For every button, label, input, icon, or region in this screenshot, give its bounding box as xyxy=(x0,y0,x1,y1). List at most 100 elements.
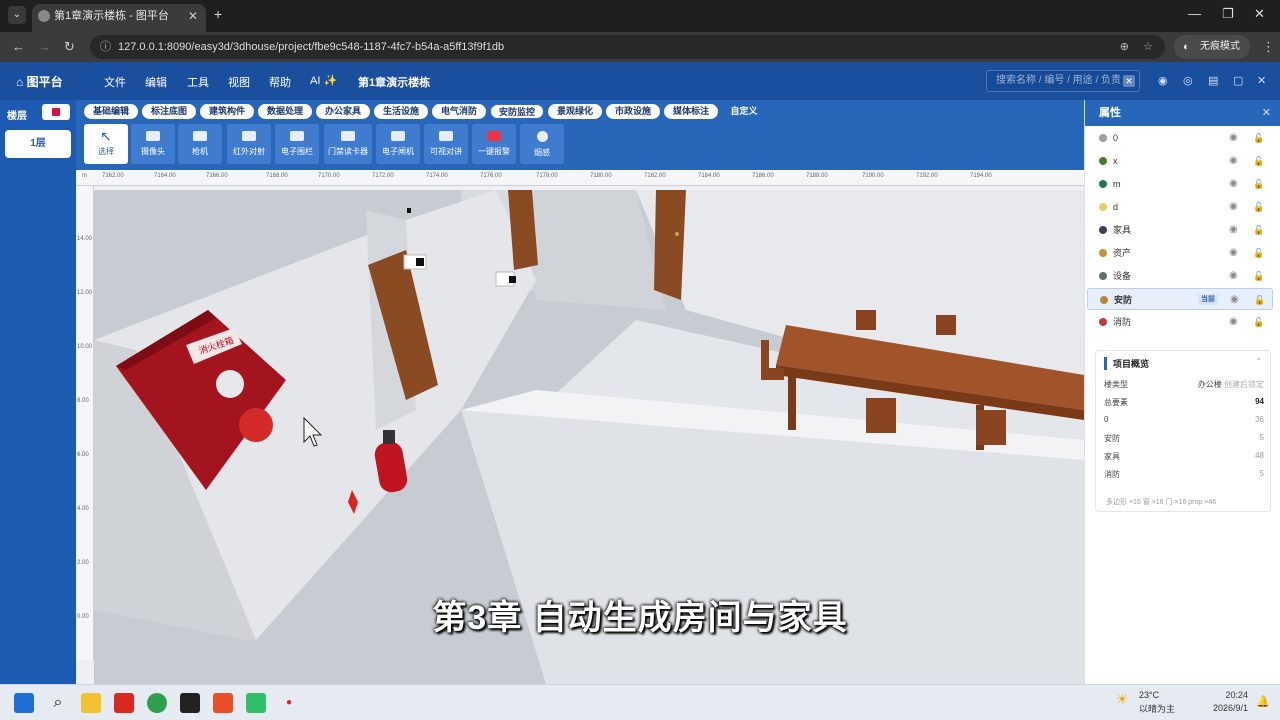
app-dot-icon[interactable]: ● xyxy=(279,693,299,713)
visibility-icon[interactable]: ◉ xyxy=(1229,311,1238,333)
layer-item-current[interactable]: 安防 当前 ◉ 🔓 xyxy=(1087,288,1273,310)
panel-icon[interactable]: ▤ xyxy=(1208,74,1218,87)
cat-office-furniture[interactable]: 办公家具 xyxy=(316,104,370,119)
menu-ai[interactable]: AI ✨ xyxy=(310,74,337,87)
tool-gate[interactable]: 电子闸机 xyxy=(376,124,420,164)
layer-item[interactable]: d ◉ 🔓 xyxy=(1087,196,1273,218)
tool-camera[interactable]: 摄像头 xyxy=(131,124,175,164)
wps-icon[interactable] xyxy=(114,693,134,713)
zoom-icon[interactable]: ⊕ xyxy=(1120,35,1129,59)
clock[interactable]: 20:24 2026/9/1 xyxy=(1208,689,1248,715)
tool-bullet-camera-label: 枪机 xyxy=(192,147,208,156)
cat-custom[interactable]: 自定义 xyxy=(722,104,766,119)
cat-electric-fire[interactable]: 电气消防 xyxy=(432,104,486,119)
visibility-icon[interactable]: ◉ xyxy=(1229,173,1238,195)
tool-alarm[interactable]: 一键报警 xyxy=(472,124,516,164)
menu-tools[interactable]: 工具 xyxy=(187,74,209,90)
browser-tab-bar: ⌄ 第1章演示楼栋 - 图平台 ✕ + — ❐ ✕ xyxy=(0,0,1280,32)
search-input[interactable]: 搜索名称 / 编号 / 用途 / 负责 ✕ xyxy=(986,70,1140,92)
tool-select[interactable]: ↖ 选择 xyxy=(84,124,128,164)
tool-e-fence[interactable]: 电子围栏 xyxy=(275,124,319,164)
browser-tab[interactable]: 第1章演示楼栋 - 图平台 ✕ xyxy=(32,4,206,32)
layer-color-dot xyxy=(1099,203,1107,211)
tool-bullet-camera[interactable]: 枪机 xyxy=(178,124,222,164)
cursor-arrow-icon: ↖ xyxy=(100,128,112,144)
tab-search-icon[interactable]: ⌄ xyxy=(8,6,26,24)
layer-item[interactable]: 消防 ◉ 🔓 xyxy=(1087,311,1273,333)
cat-municipal[interactable]: 市政设施 xyxy=(606,104,660,119)
forward-icon[interactable]: → xyxy=(38,39,51,54)
minimize-icon[interactable]: — xyxy=(1188,6,1201,21)
eye-icon[interactable]: ◎ xyxy=(1183,74,1193,87)
menu-edit[interactable]: 编辑 xyxy=(145,74,167,90)
visibility-icon[interactable]: ◉ xyxy=(1229,150,1238,172)
tool-smoke[interactable]: 烟感 xyxy=(520,124,564,164)
menu-help[interactable]: 帮助 xyxy=(269,74,291,90)
new-tab-icon[interactable]: + xyxy=(214,6,222,22)
cat-annotate-base[interactable]: 标注底图 xyxy=(142,104,196,119)
file-explorer-icon[interactable] xyxy=(81,693,101,713)
site-info-icon[interactable]: ⓘ xyxy=(100,35,111,59)
cat-building-parts[interactable]: 建筑构件 xyxy=(200,104,254,119)
close-window-icon[interactable]: ✕ xyxy=(1254,6,1265,22)
layer-item[interactable]: 家具 ◉ 🔓 xyxy=(1087,219,1273,241)
back-icon[interactable]: ← xyxy=(12,39,25,54)
cat-basic-edit[interactable]: 基础编辑 xyxy=(84,104,138,119)
fullscreen-icon[interactable]: ▢ xyxy=(1233,74,1243,87)
lock-icon[interactable]: 🔓 xyxy=(1253,242,1264,264)
notification-icon[interactable]: 🔔 xyxy=(1256,695,1270,708)
app-green-icon[interactable] xyxy=(246,693,266,713)
cat-landscape[interactable]: 景观绿化 xyxy=(548,104,602,119)
restore-icon[interactable]: ❐ xyxy=(1222,6,1234,22)
lock-icon[interactable]: 🔓 xyxy=(1254,289,1265,311)
start-icon[interactable] xyxy=(14,693,34,713)
app-menubar: ⌂ 图平台 文件 编辑 工具 视图 帮助 AI ✨ 第1章演示楼栋 搜索名称 /… xyxy=(0,62,1280,100)
tool-select-label: 选择 xyxy=(98,147,114,156)
lock-icon[interactable]: 🔓 xyxy=(1253,311,1264,333)
floor-item-1[interactable]: 1层 xyxy=(5,130,71,158)
cat-security[interactable]: 安防监控 xyxy=(490,104,544,119)
close-panel-icon[interactable]: ✕ xyxy=(1262,100,1271,126)
visibility-icon[interactable]: ◉ xyxy=(1229,196,1238,218)
lock-icon[interactable]: 🔓 xyxy=(1253,173,1264,195)
lock-icon[interactable]: 🔓 xyxy=(1253,196,1264,218)
visibility-icon[interactable]: ◉ xyxy=(1229,219,1238,241)
tool-intercom[interactable]: 可视对讲 xyxy=(424,124,468,164)
palette-icon[interactable]: ◉ xyxy=(1158,74,1168,87)
tool-card-reader[interactable]: 门禁读卡器 xyxy=(324,124,372,164)
layer-item[interactable]: 资产 ◉ 🔓 xyxy=(1087,242,1273,264)
visibility-icon[interactable]: ◉ xyxy=(1230,289,1239,311)
url-input[interactable]: ⓘ 127.0.0.1:8090/easy3d/3dhouse/project/… xyxy=(90,35,1165,59)
lock-icon[interactable]: 🔓 xyxy=(1253,265,1264,287)
layer-item[interactable]: m ◉ 🔓 xyxy=(1087,173,1273,195)
close-app-icon[interactable]: ✕ xyxy=(1257,74,1266,87)
menu-view[interactable]: 视图 xyxy=(228,74,250,90)
visibility-icon[interactable]: ◉ xyxy=(1229,127,1238,149)
cat-living-facilities[interactable]: 生活设施 xyxy=(374,104,428,119)
clear-search-icon[interactable]: ✕ xyxy=(1123,75,1135,87)
layer-item[interactable]: 设备 ◉ 🔓 xyxy=(1087,265,1273,287)
bookmark-star-icon[interactable]: ☆ xyxy=(1143,35,1153,59)
ruler-tick: 7180.00 xyxy=(590,173,612,179)
chrome-icon[interactable] xyxy=(147,693,167,713)
browser-menu-icon[interactable]: ⋮ xyxy=(1262,39,1275,55)
close-tab-icon[interactable]: ✕ xyxy=(188,4,198,28)
search-icon[interactable]: ⌕ xyxy=(48,693,68,713)
menu-file[interactable]: 文件 xyxy=(104,74,126,90)
app-red-icon[interactable] xyxy=(213,693,233,713)
visibility-icon[interactable]: ◉ xyxy=(1229,242,1238,264)
cat-data-process[interactable]: 数据处理 xyxy=(258,104,312,119)
layer-item[interactable]: x ◉ 🔓 xyxy=(1087,150,1273,172)
lock-icon[interactable]: 🔓 xyxy=(1253,150,1264,172)
layer-item[interactable]: 0 ◉ 🔓 xyxy=(1087,127,1273,149)
visibility-icon[interactable]: ◉ xyxy=(1229,265,1238,287)
lock-icon[interactable]: 🔓 xyxy=(1253,219,1264,241)
cat-media-annotate[interactable]: 媒体标注 xyxy=(664,104,718,119)
collapse-icon[interactable]: ⌃ xyxy=(1255,357,1262,366)
incognito-badge[interactable]: ◐ 无痕模式 xyxy=(1174,35,1250,59)
lock-icon[interactable]: 🔓 xyxy=(1253,127,1264,149)
reload-icon[interactable]: ↻ xyxy=(64,39,75,55)
terminal-icon[interactable] xyxy=(180,693,200,713)
tool-infrared[interactable]: 红外对射 xyxy=(227,124,271,164)
app-logo[interactable]: ⌂ 图平台 xyxy=(16,73,63,90)
